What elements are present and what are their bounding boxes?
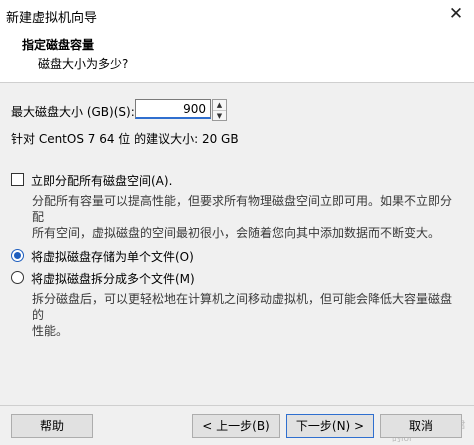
recommended-size-text: 针对 CentOS 7 64 位 的建议大小: 20 GB: [11, 132, 239, 146]
single-file-radio[interactable]: [11, 249, 24, 262]
cancel-button[interactable]: 取消: [380, 414, 462, 438]
allocate-all-checkbox[interactable]: [11, 173, 24, 186]
split-files-label[interactable]: 将虚拟磁盘拆分成多个文件(M): [31, 270, 195, 287]
split-files-radio[interactable]: [11, 271, 24, 284]
description-line: 所有空间，虚拟磁盘的空间最初很小，会随着您向其中添加数据而不断变大。: [32, 226, 441, 240]
spin-up-icon[interactable]: ▲: [213, 100, 226, 111]
split-files-description: 拆分磁盘后，可以更轻松地在计算机之间移动虚拟机，但可能会降低大容量磁盘的 性能。: [32, 291, 462, 339]
page-title: 指定磁盘容量: [22, 38, 95, 52]
page-subtitle: 磁盘大小为多少?: [38, 57, 129, 71]
close-icon[interactable]: ✕: [446, 4, 466, 24]
disk-size-input[interactable]: [136, 100, 210, 117]
disk-size-label: 最大磁盘大小 (GB)(S):: [11, 105, 135, 119]
title-bar: 新建虚拟机向导 ✕: [0, 0, 474, 30]
footer-divider: [0, 405, 474, 406]
description-line: 性能。: [32, 324, 69, 338]
disk-size-field[interactable]: [135, 99, 211, 119]
help-button[interactable]: 帮助: [11, 414, 93, 438]
back-button[interactable]: < 上一步(B): [192, 414, 280, 438]
window-title: 新建虚拟机向导: [6, 11, 98, 26]
wizard-header: 指定磁盘容量 磁盘大小为多少?: [0, 30, 474, 83]
description-line: 拆分磁盘后，可以更轻松地在计算机之间移动虚拟机，但可能会降低大容量磁盘的: [32, 292, 453, 322]
next-button[interactable]: 下一步(N) >: [286, 414, 374, 438]
allocate-all-description: 分配所有容量可以提高性能，但要求所有物理磁盘空间立即可用。如果不立即分配 所有空…: [32, 193, 462, 241]
description-line: 分配所有容量可以提高性能，但要求所有物理磁盘空间立即可用。如果不立即分配: [32, 194, 453, 224]
spin-down-icon[interactable]: ▼: [213, 111, 226, 121]
allocate-all-label[interactable]: 立即分配所有磁盘空间(A).: [31, 172, 172, 189]
disk-size-spinner[interactable]: ▲ ▼: [212, 99, 227, 121]
single-file-label[interactable]: 将虚拟磁盘存储为单个文件(O): [31, 248, 194, 265]
